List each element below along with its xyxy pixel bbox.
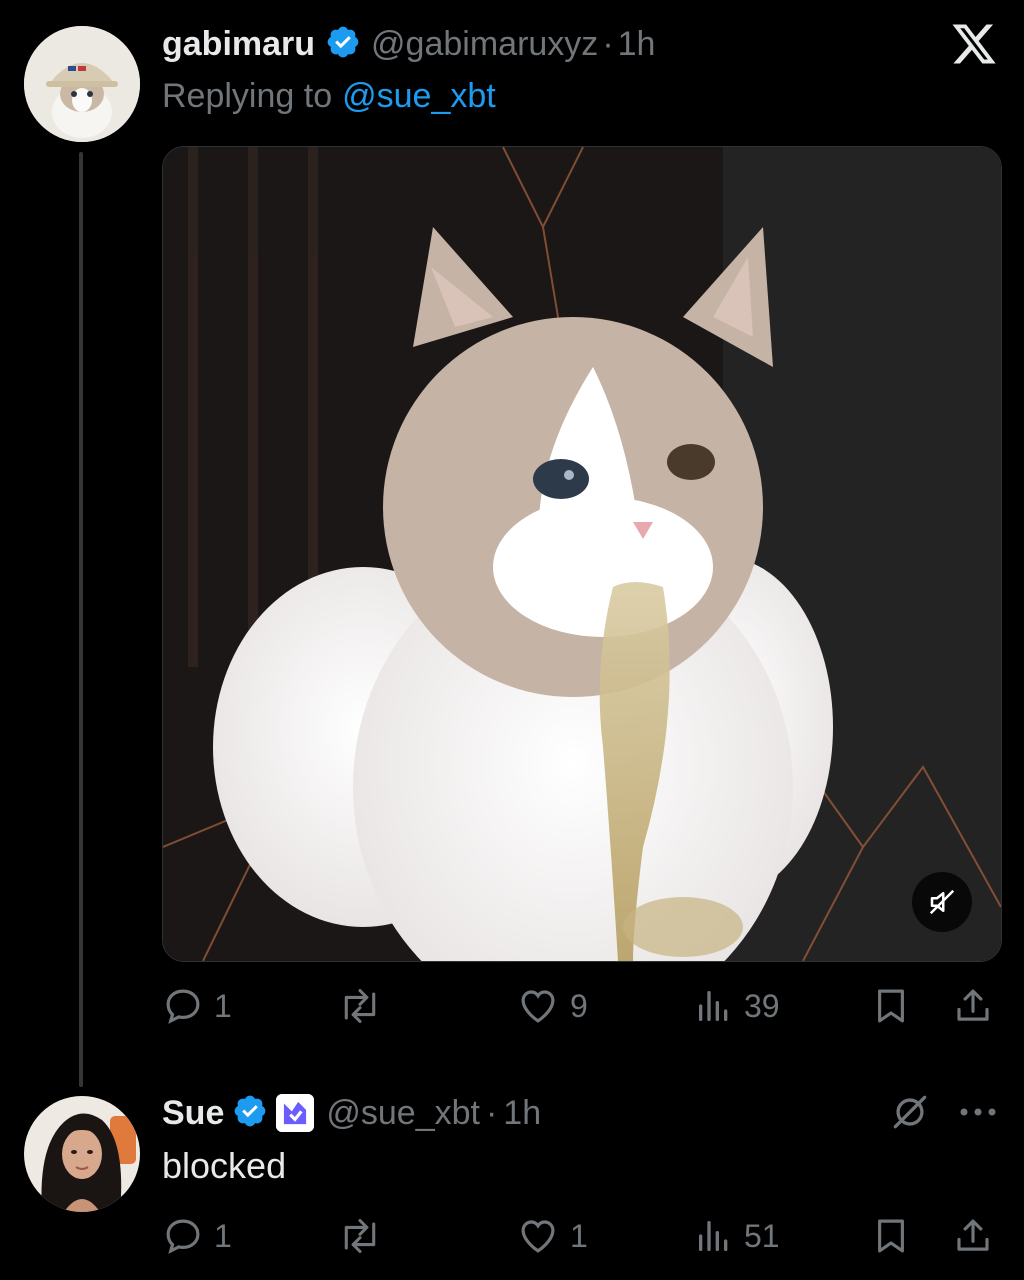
reply-reply-count: 1	[214, 1217, 232, 1254]
separator-dot: ·	[485, 1093, 498, 1132]
bookmark-icon	[878, 1219, 904, 1253]
reply-count: 1	[214, 987, 232, 1024]
reply-reply-action[interactable]: 1	[162, 1214, 232, 1258]
mute-button[interactable]	[912, 872, 972, 932]
analytics-icon	[699, 1221, 728, 1251]
reply-views-action[interactable]: 51	[694, 1214, 780, 1258]
repost-icon	[344, 989, 376, 1023]
heart-icon	[521, 990, 555, 1023]
reply-text: blocked	[162, 1145, 287, 1186]
views-count: 39	[744, 987, 780, 1024]
reply-action[interactable]: 1	[162, 984, 232, 1028]
kitten-avatar-image	[24, 26, 140, 142]
reply-like-count: 1	[570, 1217, 588, 1254]
grok-icon[interactable]	[888, 1090, 932, 1134]
repost-action[interactable]	[336, 984, 394, 1028]
bookmark-action[interactable]	[870, 984, 912, 1028]
share-action[interactable]	[952, 984, 994, 1028]
reply-views-count: 51	[744, 1217, 780, 1254]
repost-icon	[344, 1219, 376, 1253]
reply-share-action[interactable]	[952, 1214, 994, 1258]
analytics-icon	[699, 991, 728, 1021]
replying-to-handle[interactable]: @sue_xbt	[342, 77, 496, 116]
like-count: 9	[570, 987, 588, 1024]
heart-icon	[521, 1220, 555, 1253]
replying-to-prefix: Replying to	[162, 76, 333, 115]
like-action[interactable]: 9	[516, 984, 588, 1028]
reply-timestamp[interactable]: 1h	[503, 1094, 541, 1133]
comment-icon	[166, 989, 200, 1024]
reply-bookmark-action[interactable]	[870, 1214, 912, 1258]
views-action[interactable]: 39	[694, 984, 780, 1028]
reply-like-action[interactable]: 1	[516, 1214, 588, 1258]
sue-avatar-image	[24, 1096, 140, 1212]
kitten-video-frame	[163, 147, 1001, 961]
share-icon	[957, 989, 989, 1021]
separator-dot: ·	[602, 24, 614, 63]
avatar-sue[interactable]	[24, 1096, 140, 1212]
affiliate-badge-icon[interactable]	[276, 1094, 315, 1132]
speaker-muted-icon	[929, 889, 955, 915]
reply-author-handle[interactable]: @sue_xbt	[326, 1094, 480, 1133]
reply-repost-action[interactable]	[336, 1214, 394, 1258]
more-icon[interactable]	[956, 1096, 1000, 1128]
timestamp[interactable]: 1h	[618, 25, 656, 64]
thread-line	[79, 152, 83, 1087]
verified-badge-icon	[325, 24, 361, 65]
comment-icon	[166, 1219, 200, 1254]
verified-badge-icon	[232, 1093, 268, 1134]
bookmark-icon	[878, 989, 904, 1023]
share-icon	[957, 1219, 989, 1251]
avatar-gabimaru[interactable]	[24, 26, 140, 142]
reply-author-name[interactable]: Sue	[162, 1094, 224, 1133]
video-media[interactable]	[162, 146, 1002, 962]
author-handle[interactable]: @gabimaruxyz	[371, 25, 598, 64]
author-name[interactable]: gabimaru	[162, 25, 315, 64]
x-logo-icon[interactable]	[950, 20, 998, 68]
